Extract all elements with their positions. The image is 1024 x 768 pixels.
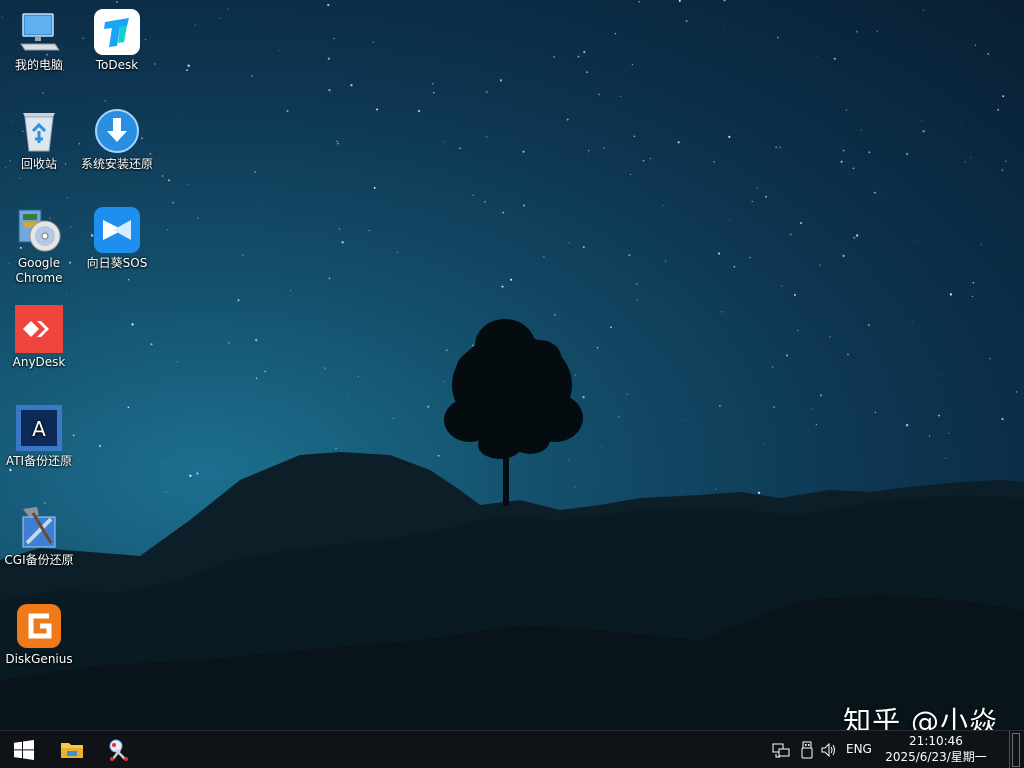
- clock-date: 2025/6/23/星期一: [885, 750, 987, 764]
- desktop-icon-recycle-bin[interactable]: 回收站: [0, 107, 78, 172]
- icon-label: ATI备份还原: [5, 454, 73, 468]
- diskgenius-icon: [15, 602, 63, 650]
- icon-label: 系统安装还原: [80, 157, 153, 171]
- taskbar-snipping-tool[interactable]: [98, 731, 138, 768]
- tree-silhouette: [444, 319, 583, 506]
- sunflower-sos-icon: [93, 206, 141, 254]
- desktop-icon-install-restore[interactable]: 系统安装还原: [78, 107, 156, 172]
- desktop-icon-todesk[interactable]: ToDesk: [78, 8, 156, 73]
- usb-device-icon[interactable]: [798, 741, 816, 759]
- icon-label: 向日葵SOS: [86, 256, 148, 270]
- volume-icon[interactable]: [820, 741, 838, 759]
- icon-label: AnyDesk: [12, 355, 66, 369]
- clock[interactable]: 21:10:46 2025/6/23/星期一: [882, 733, 990, 765]
- todesk-icon: [93, 8, 141, 56]
- desktop-icon-acronis[interactable]: A ATI备份还原: [0, 404, 78, 469]
- network-icon[interactable]: [772, 741, 790, 759]
- windows-start-icon: [14, 740, 34, 760]
- computer-icon: [15, 8, 63, 56]
- acronis-icon: A: [15, 404, 63, 452]
- desktop-icon-my-computer[interactable]: 我的电脑: [0, 8, 78, 73]
- icon-label: 回收站: [20, 157, 57, 171]
- show-desktop-button[interactable]: [1009, 731, 1021, 768]
- input-language-indicator[interactable]: ENG: [846, 742, 872, 756]
- google-chrome-installer-icon: [15, 206, 63, 254]
- desktop-icon-cgi[interactable]: CGI备份还原: [0, 503, 78, 568]
- taskbar: ENG 21:10:46 2025/6/23/星期一: [0, 730, 1024, 768]
- desktop-icon-diskgenius[interactable]: DiskGenius: [0, 602, 78, 667]
- desktop-icon-anydesk[interactable]: AnyDesk: [0, 305, 78, 370]
- recycle-bin-icon: [15, 107, 63, 155]
- system-tray: ENG 21:10:46 2025/6/23/星期一: [772, 731, 1004, 768]
- desktop-icon-sunflower-sos[interactable]: 向日葵SOS: [78, 206, 156, 271]
- snipping-tool-icon: [109, 739, 128, 761]
- anydesk-icon: [15, 305, 63, 353]
- svg-text:A: A: [32, 417, 46, 441]
- file-explorer-icon: [61, 743, 83, 758]
- desktop-icon-google-chrome[interactable]: Google Chrome: [0, 206, 78, 286]
- icon-label: Google Chrome: [15, 256, 63, 285]
- desktop[interactable]: 我的电脑 ToDesk 回收站 系统安装还原 Google Chrome 向日葵…: [0, 0, 1024, 730]
- icon-label: 我的电脑: [14, 58, 63, 72]
- watermark: 知乎 @小焱: [843, 705, 998, 730]
- start-button[interactable]: [4, 731, 44, 768]
- icon-label: CGI备份还原: [4, 553, 74, 567]
- icon-label: ToDesk: [95, 58, 139, 72]
- install-restore-icon: [93, 107, 141, 155]
- taskbar-file-explorer[interactable]: [52, 731, 92, 768]
- icon-label: DiskGenius: [5, 652, 73, 666]
- clock-time: 21:10:46: [909, 734, 963, 748]
- cgi-icon: [15, 503, 63, 551]
